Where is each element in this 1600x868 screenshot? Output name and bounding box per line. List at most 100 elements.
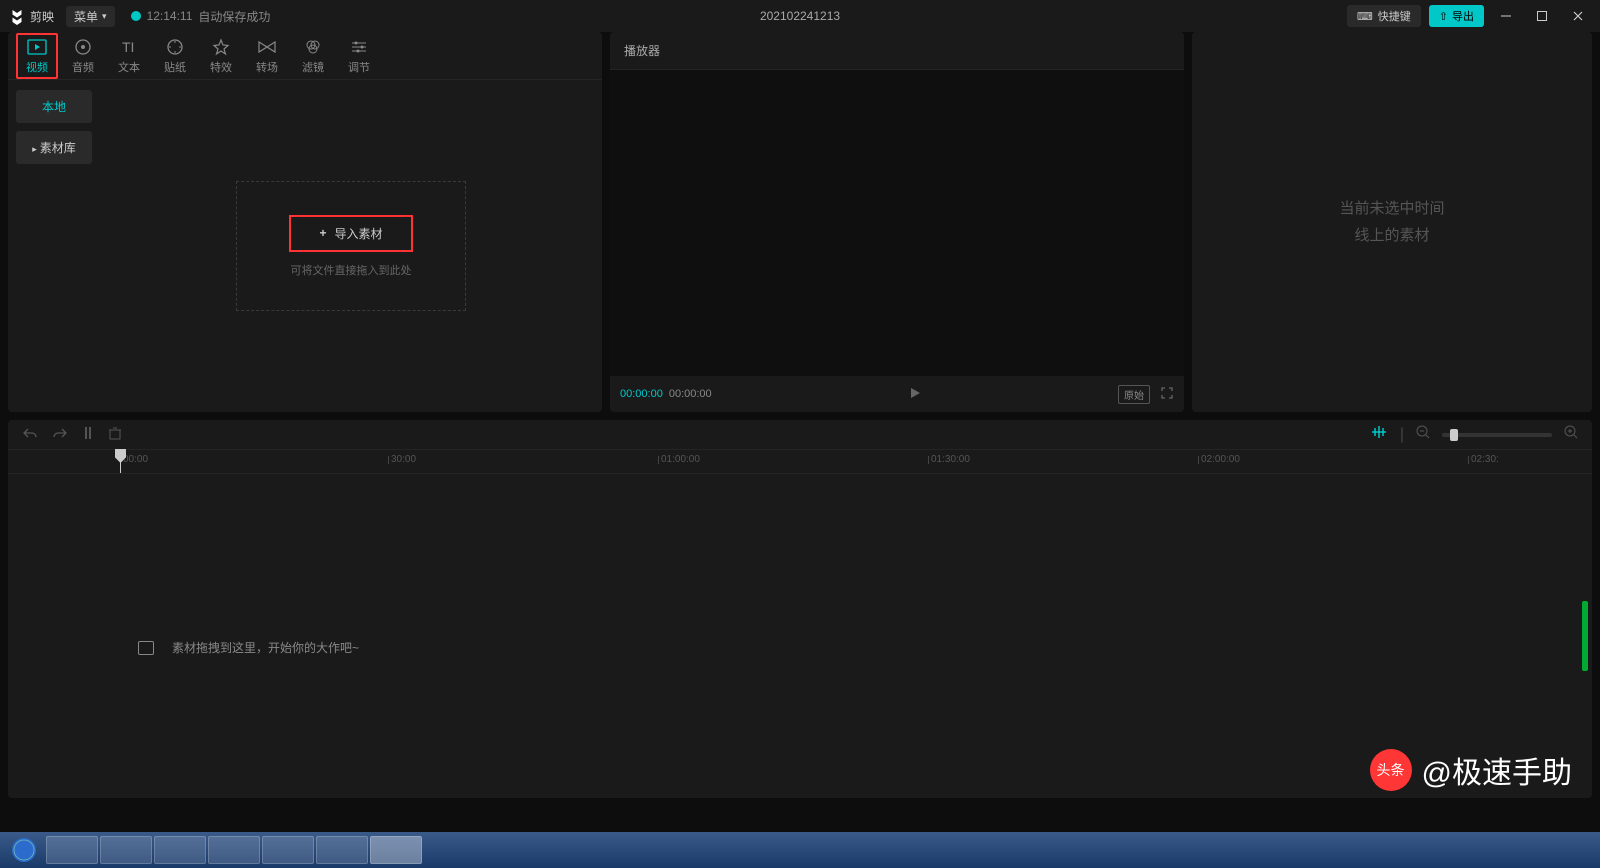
media-sidebar: 本地 ▸素材库 bbox=[8, 80, 100, 412]
tab-label: 音频 bbox=[72, 59, 94, 75]
tab-video[interactable]: 视频 bbox=[16, 33, 58, 79]
ruler-tick: 01:00:00 bbox=[661, 454, 700, 465]
player-right-controls: 原始 bbox=[1118, 385, 1174, 404]
import-label: 导入素材 bbox=[335, 225, 383, 242]
time-total: 00:00:00 bbox=[669, 388, 712, 400]
autosave-status: 12:14:11 自动保存成功 bbox=[131, 8, 271, 25]
app-logo: 剪映 bbox=[8, 7, 54, 25]
effect-icon bbox=[211, 37, 231, 57]
transition-icon bbox=[257, 37, 277, 57]
marker-button[interactable] bbox=[1370, 424, 1388, 445]
tab-label: 滤镜 bbox=[302, 59, 324, 75]
timeline-ruler[interactable]: 00:00 30:00 01:00:00 01:30:00 02:00:00 0… bbox=[8, 450, 1592, 474]
sidebar-local[interactable]: 本地 bbox=[16, 90, 92, 123]
autosave-dot-icon bbox=[131, 11, 141, 21]
tab-label: 贴纸 bbox=[164, 59, 186, 75]
ruler-tick: 30:00 bbox=[391, 454, 416, 465]
titlebar-right: ⌨ 快捷键 ⇧ 导出 bbox=[1347, 5, 1592, 27]
close-button[interactable] bbox=[1564, 6, 1592, 26]
menu-dropdown[interactable]: 菜单 ▾ bbox=[66, 6, 115, 27]
sidebar-label: 本地 bbox=[42, 100, 66, 114]
media-content: + 导入素材 可将文件直接拖入到此处 bbox=[100, 80, 602, 412]
task-item[interactable] bbox=[208, 836, 260, 864]
title-bar: 剪映 菜单 ▾ 12:14:11 自动保存成功 202102241213 ⌨ 快… bbox=[0, 0, 1600, 32]
watermark-text: @极速手助 bbox=[1422, 748, 1572, 792]
tab-label: 转场 bbox=[256, 59, 278, 75]
task-item[interactable] bbox=[316, 836, 368, 864]
tab-transition[interactable]: 转场 bbox=[246, 33, 288, 79]
media-tabs: 视频 音频 TI 文本 贴纸 特效 转场 bbox=[8, 32, 602, 80]
fullscreen-button[interactable] bbox=[1160, 386, 1174, 403]
timeline-toolbar-right: | bbox=[1370, 424, 1578, 445]
audio-level-meter bbox=[1582, 601, 1588, 671]
timeline-panel: | 00:00 30:00 01:00:00 01:30:00 02:00:00… bbox=[8, 420, 1592, 798]
delete-button[interactable] bbox=[108, 426, 122, 443]
menu-label: 菜单 bbox=[74, 8, 98, 25]
player-panel: 播放器 00:00:00 00:00:00 原始 bbox=[610, 32, 1184, 412]
media-body: 本地 ▸素材库 + 导入素材 可将文件直接拖入到此处 bbox=[8, 80, 602, 412]
start-button[interactable] bbox=[4, 834, 44, 866]
task-item[interactable] bbox=[46, 836, 98, 864]
filter-icon bbox=[303, 37, 323, 57]
watermark-logo-icon bbox=[1370, 749, 1412, 791]
task-item[interactable] bbox=[100, 836, 152, 864]
video-icon bbox=[27, 37, 47, 57]
ruler-tick: 02:30: bbox=[1471, 454, 1499, 465]
adjust-icon bbox=[349, 37, 369, 57]
import-button[interactable]: + 导入素材 bbox=[289, 215, 412, 252]
film-icon bbox=[138, 641, 154, 655]
import-dropzone[interactable]: + 导入素材 可将文件直接拖入到此处 bbox=[236, 181, 466, 311]
watermark: @极速手助 bbox=[1370, 748, 1572, 792]
play-button[interactable] bbox=[908, 386, 922, 403]
tab-filter[interactable]: 滤镜 bbox=[292, 33, 334, 79]
empty-line1: 当前未选中时间 bbox=[1339, 195, 1444, 222]
playhead[interactable] bbox=[120, 450, 121, 473]
player-controls: 00:00:00 00:00:00 原始 bbox=[610, 376, 1184, 412]
ratio-button[interactable]: 原始 bbox=[1118, 385, 1150, 404]
tab-audio[interactable]: 音频 bbox=[62, 33, 104, 79]
timeline-tracks[interactable]: 素材拖拽到这里，开始你的大作吧~ bbox=[8, 474, 1592, 798]
ruler-tick: 02:00:00 bbox=[1201, 454, 1240, 465]
split-button[interactable] bbox=[82, 426, 94, 443]
minimize-button[interactable] bbox=[1492, 6, 1520, 26]
timeline-toolbar: | bbox=[8, 420, 1592, 450]
tab-text[interactable]: TI 文本 bbox=[108, 33, 150, 79]
undo-button[interactable] bbox=[22, 426, 38, 443]
text-icon: TI bbox=[119, 37, 139, 57]
zoom-in-button[interactable] bbox=[1564, 425, 1578, 444]
redo-button[interactable] bbox=[52, 426, 68, 443]
tab-effect[interactable]: 特效 bbox=[200, 33, 242, 79]
audio-icon bbox=[73, 37, 93, 57]
properties-panel: 当前未选中时间 线上的素材 bbox=[1192, 32, 1592, 412]
autosave-text: 自动保存成功 bbox=[198, 8, 270, 25]
main-area: 视频 音频 TI 文本 贴纸 特效 转场 bbox=[0, 32, 1600, 412]
caret-right-icon: ▸ bbox=[32, 144, 37, 154]
tab-adjust[interactable]: 调节 bbox=[338, 33, 380, 79]
sidebar-library[interactable]: ▸素材库 bbox=[16, 131, 92, 164]
player-viewport[interactable] bbox=[610, 70, 1184, 376]
shortcut-button[interactable]: ⌨ 快捷键 bbox=[1347, 5, 1421, 27]
zoom-slider[interactable] bbox=[1442, 433, 1552, 437]
app-name: 剪映 bbox=[30, 8, 54, 25]
player-header: 播放器 bbox=[610, 32, 1184, 70]
tab-sticker[interactable]: 贴纸 bbox=[154, 33, 196, 79]
logo-icon bbox=[8, 7, 26, 25]
tab-label: 特效 bbox=[210, 59, 232, 75]
project-title: 202102241213 bbox=[760, 9, 840, 23]
task-item[interactable] bbox=[262, 836, 314, 864]
export-button[interactable]: ⇧ 导出 bbox=[1429, 5, 1484, 27]
track-hint: 素材拖拽到这里，开始你的大作吧~ bbox=[138, 639, 359, 656]
maximize-button[interactable] bbox=[1528, 6, 1556, 26]
media-panel: 视频 音频 TI 文本 贴纸 特效 转场 bbox=[8, 32, 602, 412]
keyboard-icon: ⌨ bbox=[1357, 10, 1373, 23]
zoom-out-button[interactable] bbox=[1416, 425, 1430, 444]
zoom-thumb[interactable] bbox=[1450, 429, 1458, 441]
task-item[interactable] bbox=[154, 836, 206, 864]
task-item[interactable] bbox=[370, 836, 422, 864]
ruler-tick: 00:00 bbox=[123, 454, 148, 465]
tab-label: 文本 bbox=[118, 59, 140, 75]
taskbar bbox=[0, 832, 1600, 868]
empty-line2: 线上的素材 bbox=[1339, 222, 1444, 249]
sidebar-label: 素材库 bbox=[40, 141, 76, 155]
export-label: 导出 bbox=[1452, 8, 1474, 24]
